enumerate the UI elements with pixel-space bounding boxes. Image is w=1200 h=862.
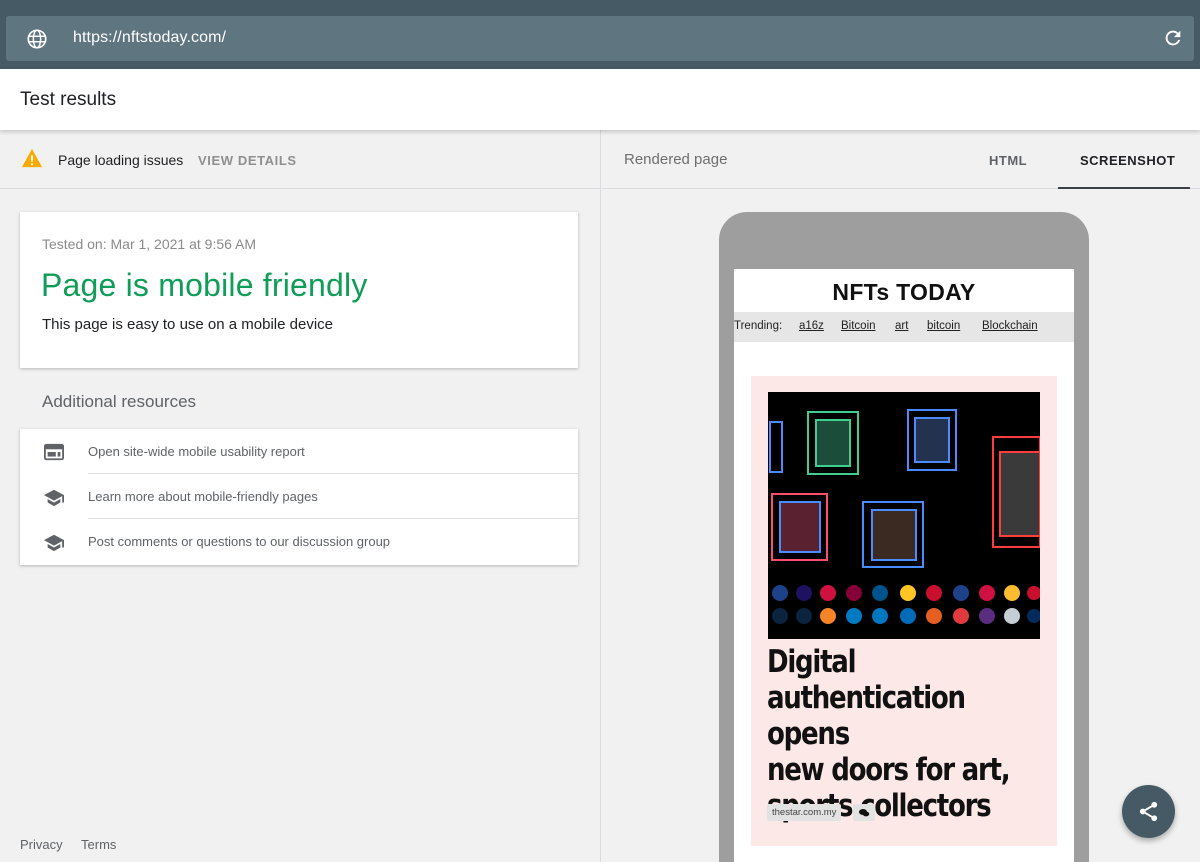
trending-link[interactable]: a16z	[799, 320, 824, 332]
resources-list: Open site-wide mobile usability report L…	[20, 429, 578, 565]
tested-on-timestamp: Tested on: Mar 1, 2021 at 9:56 AM	[42, 236, 257, 252]
preview-pane: Rendered page HTML SCREENSHOT NFTs TODAY…	[602, 130, 1200, 862]
results-header: Test results	[0, 69, 1200, 130]
web-layout-icon	[44, 443, 64, 461]
terms-link[interactable]: Terms	[81, 837, 116, 852]
view-details-button[interactable]: VIEW DETAILS	[198, 153, 297, 168]
results-pane: Page loading issues VIEW DETAILS Tested …	[0, 130, 601, 862]
headline-line: authentication opens	[767, 680, 966, 752]
trending-link[interactable]: Bitcoin	[841, 320, 876, 332]
resource-discussion-group[interactable]: Post comments or questions to our discus…	[20, 519, 578, 564]
headline-line: new doors for art,	[767, 752, 1011, 788]
resource-label[interactable]: Learn more about mobile-friendly pages	[88, 489, 318, 504]
trending-link[interactable]: Blockchain	[982, 320, 1038, 332]
school-icon	[44, 534, 64, 552]
site-title: NFTs TODAY	[832, 279, 976, 305]
globe-icon	[27, 29, 47, 49]
warning-icon	[22, 148, 42, 168]
rendered-screenshot: NFTs TODAY Trending: a16z Bitcoin art bi…	[734, 269, 1074, 862]
trending-label: Trending:	[734, 320, 783, 332]
source-tag[interactable]: thestar.com.my	[767, 804, 842, 821]
resource-label[interactable]: Post comments or questions to our discus…	[88, 534, 390, 549]
browser-address-bar: https://nftstoday.com/	[0, 0, 1200, 69]
privacy-link[interactable]: Privacy	[20, 837, 63, 852]
result-card: Tested on: Mar 1, 2021 at 9:56 AM Page i…	[20, 212, 578, 368]
rendered-page-label: Rendered page	[624, 151, 728, 168]
trending-link[interactable]: bitcoin	[927, 320, 960, 332]
verdict-description: This page is easy to use on a mobile dev…	[42, 316, 333, 333]
resource-usability-report[interactable]: Open site-wide mobile usability report	[20, 429, 578, 474]
trending-link[interactable]: art	[895, 320, 908, 332]
tab-screenshot[interactable]: SCREENSHOT	[1080, 153, 1175, 168]
resource-learn-more[interactable]: Learn more about mobile-friendly pages	[20, 474, 578, 519]
share-button[interactable]	[1122, 785, 1175, 838]
selected-tab-indicator	[1058, 187, 1190, 189]
page-loading-issues-label: Page loading issues	[58, 152, 184, 168]
resource-label[interactable]: Open site-wide mobile usability report	[88, 444, 305, 459]
comment-icon	[859, 809, 870, 817]
share-icon	[1139, 801, 1158, 822]
phone-frame: NFTs TODAY Trending: a16z Bitcoin art bi…	[719, 212, 1089, 862]
comment-button[interactable]	[853, 804, 875, 821]
url-field[interactable]: https://nftstoday.com/	[6, 16, 1194, 61]
additional-resources-heading: Additional resources	[42, 392, 197, 411]
url-text[interactable]: https://nftstoday.com/	[73, 29, 226, 47]
article-card[interactable]: Digital authentication opens new doors f…	[751, 376, 1057, 846]
reload-icon[interactable]	[1162, 27, 1184, 49]
trending-bar: Trending: a16z Bitcoin art bitcoin Block…	[734, 312, 1074, 342]
footer-links: Privacy Terms	[20, 837, 131, 852]
article-image	[768, 392, 1040, 639]
page-issues-bar: Page loading issues VIEW DETAILS	[0, 130, 600, 189]
school-icon	[44, 489, 64, 507]
preview-tab-bar: Rendered page HTML SCREENSHOT	[602, 130, 1200, 189]
headline-line: Digital	[767, 644, 856, 680]
verdict-heading: Page is mobile friendly	[41, 267, 368, 303]
page-title: Test results	[20, 89, 117, 110]
article-headline[interactable]: Digital authentication opens new doors f…	[767, 644, 1053, 824]
tab-html[interactable]: HTML	[989, 153, 1027, 168]
